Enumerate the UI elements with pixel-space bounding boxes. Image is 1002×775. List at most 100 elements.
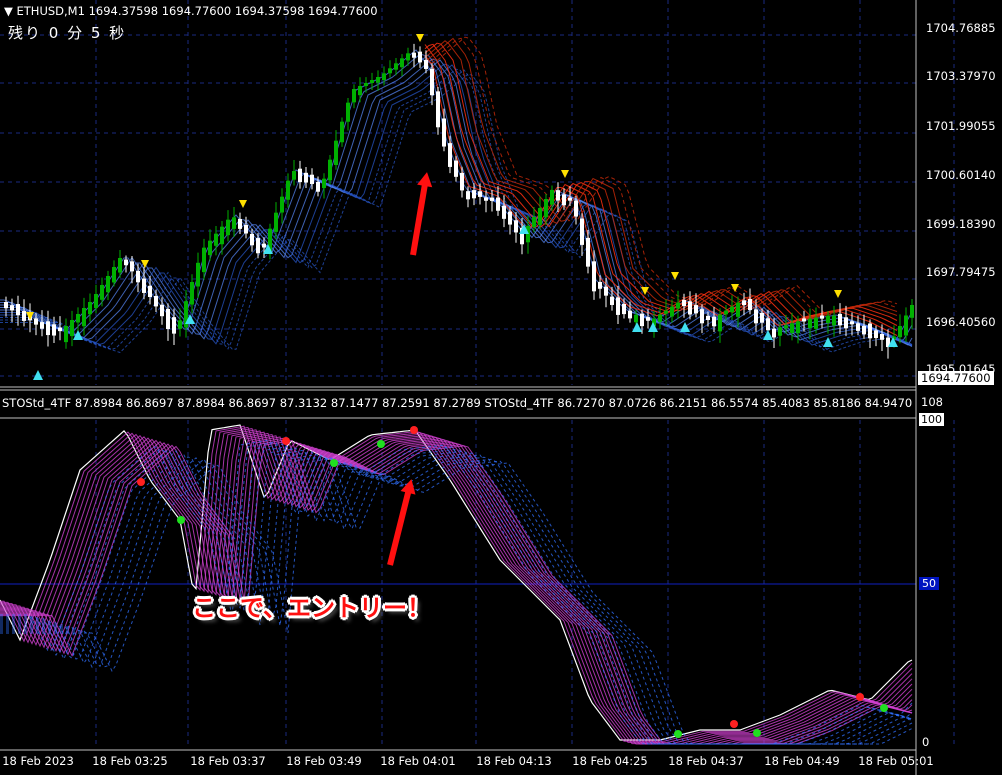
candle-body xyxy=(16,304,20,316)
candle-body xyxy=(814,317,818,329)
candle-body xyxy=(574,200,578,217)
candle-body xyxy=(622,303,626,315)
candle-body xyxy=(58,327,62,332)
candle-body xyxy=(298,168,302,183)
entry-annotation: ここで、エントリー！ xyxy=(192,594,432,622)
candle-body xyxy=(826,315,830,323)
buy-signal-arrow xyxy=(648,322,658,332)
candle-body xyxy=(736,302,740,317)
candle-body xyxy=(466,191,470,200)
candle-body xyxy=(154,295,158,307)
symbol-header: ▼ ETHUSD,M1 1694.37598 1694.77600 1694.3… xyxy=(4,4,378,18)
candle-body xyxy=(550,190,554,205)
candle-body xyxy=(592,261,596,292)
candle-body xyxy=(76,314,80,323)
candle-body xyxy=(790,323,794,333)
sell-signal-arrow xyxy=(834,290,842,298)
candle-body xyxy=(436,91,440,128)
candle-body xyxy=(202,247,206,273)
candle-body xyxy=(748,299,752,311)
ribbon-line xyxy=(0,54,913,346)
candle-body xyxy=(172,317,176,334)
candle-body xyxy=(850,321,854,325)
candle-body xyxy=(478,191,482,197)
sell-signal-arrow xyxy=(561,170,569,178)
candle-body xyxy=(472,190,476,199)
candle-body xyxy=(598,281,602,289)
candle-body xyxy=(130,261,134,272)
price-tick: 1697.79475 xyxy=(926,265,996,279)
candle-body xyxy=(346,102,350,122)
price-tick: 1701.99055 xyxy=(926,119,996,133)
candle-body xyxy=(394,63,398,70)
cross-dot xyxy=(177,516,185,524)
candle-body xyxy=(874,330,878,339)
candle-body xyxy=(226,219,230,236)
candle-body xyxy=(910,305,914,318)
candle-body xyxy=(646,317,650,321)
candle-body xyxy=(508,211,512,225)
candle-body xyxy=(310,174,314,185)
candle-body xyxy=(292,171,296,180)
stoch-slow-line xyxy=(0,451,913,745)
red-arrow-head xyxy=(417,172,433,188)
candle-body xyxy=(868,323,872,339)
indicator-legend: STOStd_4TF 87.8984 86.8697 87.8984 86.86… xyxy=(2,396,916,410)
candle-body xyxy=(136,270,140,283)
sell-signal-arrow xyxy=(731,284,739,292)
candle-body xyxy=(904,315,908,336)
candle-body xyxy=(820,315,824,319)
candle-body xyxy=(22,311,26,321)
candle-body xyxy=(730,306,734,313)
candle-body xyxy=(802,318,806,322)
candle-body xyxy=(634,314,638,323)
red-arrow-shaft xyxy=(387,484,413,566)
candle-body xyxy=(862,325,866,335)
indicator-tick-50: 50 xyxy=(919,577,939,590)
countdown-timer: 残り 0 分 5 秒 xyxy=(8,24,127,42)
red-arrow-head xyxy=(400,479,416,495)
candle-body xyxy=(562,194,566,206)
sell-signal-arrow xyxy=(416,34,424,42)
candle-body xyxy=(388,68,392,74)
candle-body xyxy=(382,73,386,81)
candle-body xyxy=(880,334,884,340)
candle-body xyxy=(658,314,662,322)
candle-body xyxy=(46,321,50,336)
candle-body xyxy=(82,308,86,327)
cross-dot xyxy=(377,440,385,448)
cross-dot xyxy=(674,730,682,738)
candle-body xyxy=(556,190,560,201)
candle-body xyxy=(64,326,68,343)
candle-body xyxy=(898,326,902,338)
price-tick: 1704.76885 xyxy=(926,21,996,35)
time-tick: 18 Feb 04:25 xyxy=(572,754,648,768)
candle-body xyxy=(358,86,362,96)
candle-body xyxy=(352,89,356,103)
candle-body xyxy=(118,258,122,273)
candle-body xyxy=(244,224,248,234)
candle-body xyxy=(148,285,152,298)
buy-signal-arrow xyxy=(680,322,690,332)
dropdown-triangle-icon[interactable]: ▼ xyxy=(4,4,13,18)
price-chart[interactable] xyxy=(0,0,1002,775)
cross-dot xyxy=(880,704,888,712)
candle-body xyxy=(262,243,266,248)
cross-dot xyxy=(330,459,338,467)
stoch-slow-line xyxy=(0,449,913,745)
candle-body xyxy=(88,302,92,315)
time-tick: 18 Feb 03:37 xyxy=(190,754,266,768)
candle-body xyxy=(718,314,722,332)
cross-dot xyxy=(137,478,145,486)
stoch-slow-line xyxy=(0,447,913,745)
candle-body xyxy=(160,304,164,317)
candle-body xyxy=(706,315,710,321)
cross-dot xyxy=(753,729,761,737)
candle-body xyxy=(676,302,680,309)
candle-body xyxy=(418,51,422,63)
candlesticks[interactable] xyxy=(4,43,914,359)
candle-body xyxy=(442,118,446,147)
symbol-name: ETHUSD,M1 xyxy=(16,4,85,18)
time-tick: 18 Feb 04:37 xyxy=(668,754,744,768)
candle-body xyxy=(742,300,746,306)
